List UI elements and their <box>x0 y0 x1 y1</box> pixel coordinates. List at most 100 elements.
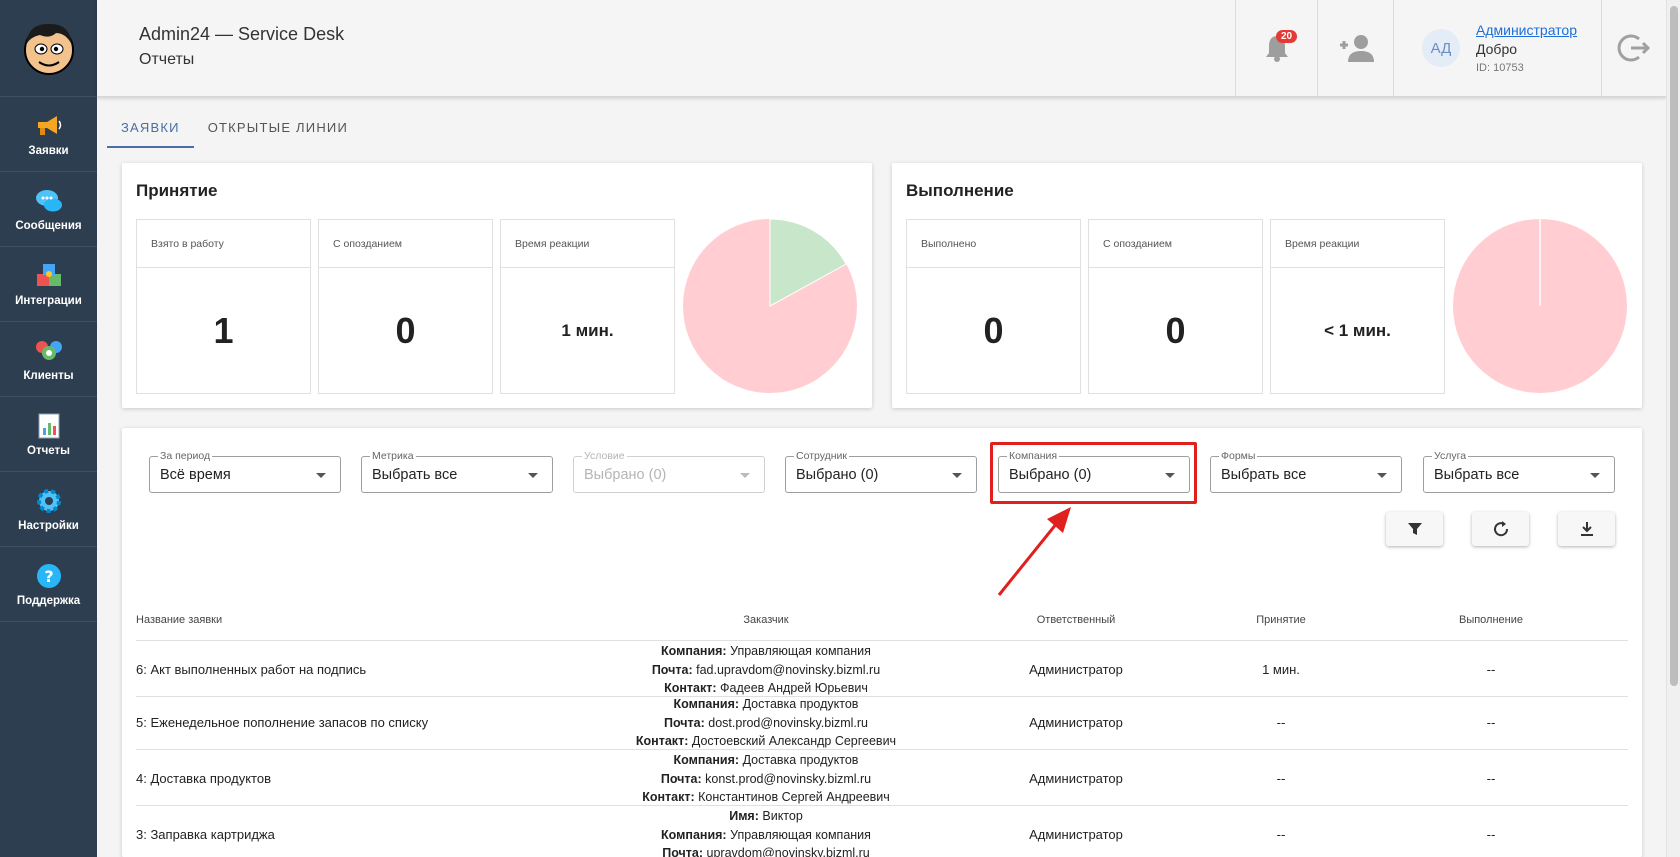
funnel-icon <box>1407 523 1422 535</box>
logout-button[interactable] <box>1601 0 1666 96</box>
completion-pie-chart <box>1453 219 1627 393</box>
sidebar-item-settings[interactable]: Настройки <box>0 472 97 547</box>
acceptance-title: Принятие <box>136 181 218 200</box>
user-greeting: Добро <box>1476 41 1518 57</box>
acceptance-time: 1 мин. <box>1262 661 1300 677</box>
customer-field-value: Доставка продуктов <box>742 697 859 711</box>
top-header: Admin24 — Service Desk Отчеты 20 АД Адми… <box>97 0 1666 97</box>
chevron-down-icon <box>528 473 538 478</box>
filter-forms[interactable]: Формы Выбрать все <box>1210 450 1402 493</box>
customer-field-key: Компания: <box>673 753 740 767</box>
filter-label: Сотрудник <box>794 450 850 462</box>
stat-value: 0 <box>983 309 1004 351</box>
stat-label: Время реакции <box>501 220 674 268</box>
filter-value: Всё время <box>160 467 231 483</box>
filter-button[interactable] <box>1386 512 1443 546</box>
stat-reaction-time: Время реакции < 1 мин. <box>1270 219 1445 394</box>
sidebar-item-label: Клиенты <box>23 370 74 382</box>
app-logo[interactable] <box>0 0 97 97</box>
customer-field-value: Достоевский Александр Сергеевич <box>691 734 897 748</box>
column-header-completion: Выполнение <box>1458 614 1524 626</box>
customer-field-key: Контакт: <box>664 681 717 695</box>
filter-label: Услуга <box>1432 450 1469 462</box>
download-icon <box>1580 522 1593 536</box>
chevron-down-icon <box>1590 473 1600 478</box>
customer-info: Компания: Доставка продуктов Почта: dost… <box>556 695 976 751</box>
stat-label: Выполнено <box>907 220 1080 268</box>
request-name: 4: Доставка продуктов <box>136 770 271 786</box>
stat-taken: Взято в работу 1 <box>136 219 311 394</box>
sidebar-item-support[interactable]: ? Поддержка <box>0 547 97 622</box>
completion-title: Выполнение <box>906 181 1014 200</box>
table-header: Название заявки Заказчик Ответственный П… <box>136 600 1628 641</box>
filter-label: Формы <box>1219 450 1258 462</box>
stat-value: 1 <box>213 309 234 351</box>
acceptance-time: -- <box>1276 714 1286 730</box>
customer-field-key: Почта: <box>663 715 705 730</box>
chevron-down-icon <box>740 473 750 478</box>
table-row[interactable]: 3: Заправка картриджа Имя: Виктор Компан… <box>136 806 1628 857</box>
customer-field-value: Доставка продуктов <box>742 753 859 767</box>
acceptance-card: Принятие Взято в работу 1 С опозданием 0… <box>122 163 872 408</box>
customer-field-key: Почта: <box>660 771 702 786</box>
tab-open-lines[interactable]: ОТКРЫТЫЕ ЛИНИИ <box>194 108 362 148</box>
sidebar-item-label: Интеграции <box>15 295 82 307</box>
report-icon <box>34 411 64 441</box>
download-button[interactable] <box>1558 512 1615 546</box>
report-tabs: ЗАЯВКИ ОТКРЫТЫЕ ЛИНИИ <box>107 108 362 148</box>
completion-time: -- <box>1486 661 1496 677</box>
stat-label: С опозданием <box>1089 220 1262 268</box>
stat-done: Выполнено 0 <box>906 219 1081 394</box>
scrollbar-thumb[interactable] <box>1670 6 1678 686</box>
table-row[interactable]: 6: Акт выполненных работ на подпись Комп… <box>136 641 1628 697</box>
customer-field-key: Имя: <box>729 809 759 823</box>
sidebar-item-clients[interactable]: Клиенты <box>0 322 97 397</box>
sidebar-item-label: Поддержка <box>16 595 81 607</box>
add-user-button[interactable] <box>1317 0 1393 96</box>
sidebar-item-messages[interactable]: Сообщения <box>0 172 97 247</box>
company-filter-highlight <box>990 442 1197 504</box>
customer-field-value: Фадеев Андрей Юрьевич <box>720 681 868 695</box>
chat-bubbles-icon <box>34 186 64 216</box>
filter-period[interactable]: За период Всё время <box>149 450 341 493</box>
filter-employee[interactable]: Сотрудник Выбрано (0) <box>785 450 977 493</box>
app-title: Admin24 — Service Desk <box>139 24 345 44</box>
filter-metric[interactable]: Метрика Выбрать все <box>361 450 553 493</box>
chevron-down-icon <box>952 473 962 478</box>
stat-label: Время реакции <box>1271 220 1444 268</box>
sidebar-item-label: Сообщения <box>15 220 82 232</box>
chevron-down-icon <box>1377 473 1387 478</box>
stat-value: < 1 мин. <box>1324 320 1391 340</box>
responsible: Администратор <box>1029 826 1123 842</box>
refresh-icon <box>1493 521 1508 537</box>
customer-field-key: Контакт: <box>635 734 689 748</box>
customer-field-value: upravdom@novinsky.bizml.ru <box>706 846 870 857</box>
notifications-button[interactable]: 20 <box>1235 0 1317 96</box>
filter-value: Выбрать все <box>1221 467 1307 483</box>
filter-service[interactable]: Услуга Выбрать все <box>1423 450 1615 493</box>
customer-field-value: Константинов Сергей Андреевич <box>698 790 890 804</box>
user-name-link[interactable]: Администратор <box>1476 22 1577 38</box>
sidebar-item-requests[interactable]: Заявки <box>0 97 97 172</box>
stat-late: С опозданием 0 <box>1088 219 1263 394</box>
sidebar-item-reports[interactable]: Отчеты <box>0 397 97 472</box>
column-header-responsible: Ответственный <box>1036 614 1116 626</box>
customer-info: Компания: Доставка продуктов Почта: kons… <box>556 751 976 807</box>
responsible: Администратор <box>1029 661 1123 677</box>
table-row[interactable]: 5: Еженедельное пополнение запасов по сп… <box>136 694 1628 750</box>
sidebar-item-integrations[interactable]: Интеграции <box>0 247 97 322</box>
page-scrollbar[interactable] <box>1666 0 1680 857</box>
avatar[interactable]: АД <box>1422 29 1460 67</box>
filter-value: Выбрано (0) <box>584 467 667 483</box>
filter-value: Выбрать все <box>372 467 458 483</box>
customer-field-key: Компания: <box>661 827 727 842</box>
sidebar-item-label: Заявки <box>28 145 69 157</box>
page-title: Отчеты <box>139 51 195 68</box>
request-name: 5: Еженедельное пополнение запасов по сп… <box>136 714 429 730</box>
tab-requests[interactable]: ЗАЯВКИ <box>107 108 194 148</box>
acceptance-time: -- <box>1276 826 1286 842</box>
refresh-button[interactable] <box>1472 512 1529 546</box>
customer-field-key: Компания: <box>661 644 727 658</box>
customer-field-key: Компания: <box>673 697 740 711</box>
table-row[interactable]: 4: Доставка продуктов Компания: Доставка… <box>136 750 1628 806</box>
